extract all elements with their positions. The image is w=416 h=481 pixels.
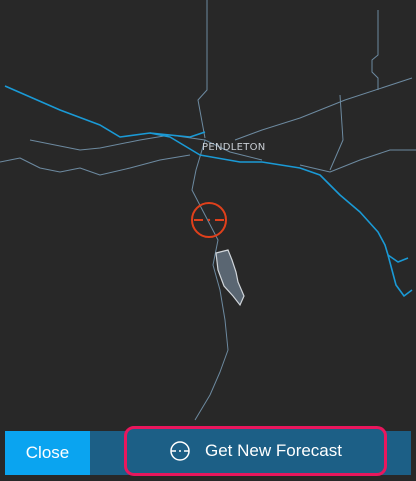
road-connector [329, 94, 344, 171]
map-canvas[interactable] [0, 0, 416, 481]
river-main [4, 85, 413, 297]
crosshair-target-icon[interactable] [191, 202, 227, 238]
get-new-forecast-label: Get New Forecast [205, 441, 342, 460]
river-network [4, 85, 413, 297]
road-northeast [371, 10, 379, 90]
road-southwest [0, 154, 191, 176]
road-north-vertical [197, 0, 208, 139]
place-label-pendleton: PENDLETON [202, 142, 266, 153]
close-button[interactable]: Close [5, 431, 90, 475]
river-tributary [387, 254, 409, 263]
road-network [0, 0, 416, 421]
area-polygon[interactable] [215, 249, 245, 307]
road-east-branch [299, 149, 416, 173]
road-east-diagonal [234, 77, 413, 141]
get-new-forecast-button[interactable]: Get New Forecast [124, 426, 387, 476]
crosshair-circle-icon [169, 440, 191, 462]
river-north-branch [149, 131, 206, 138]
